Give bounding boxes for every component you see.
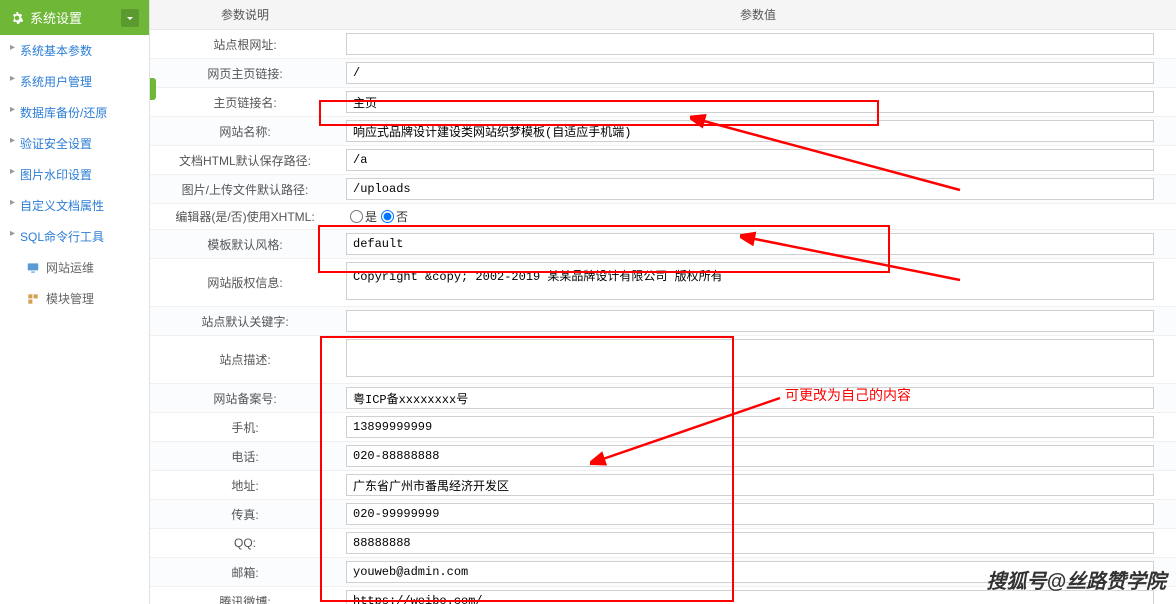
column-header-value: 参数值 bbox=[340, 0, 1176, 30]
param-label: 手机: bbox=[150, 413, 340, 442]
table-row: 地址: bbox=[150, 471, 1176, 500]
sidebar-item-1[interactable]: 系统用户管理 bbox=[0, 66, 149, 97]
param-input[interactable] bbox=[346, 178, 1154, 200]
param-value-cell: 是 否 bbox=[340, 204, 1176, 230]
param-input[interactable] bbox=[346, 62, 1154, 84]
radio-yes[interactable]: 是 bbox=[350, 208, 377, 225]
param-label: 模板默认风格: bbox=[150, 230, 340, 259]
settings-table: 参数说明 参数值 站点根网址:网页主页链接:主页链接名:网站名称:文档HTML默… bbox=[150, 0, 1176, 604]
table-row: 网站备案号: bbox=[150, 384, 1176, 413]
param-label: 文档HTML默认保存路径: bbox=[150, 146, 340, 175]
sidebar-item-3[interactable]: 验证安全设置 bbox=[0, 128, 149, 159]
param-label: QQ: bbox=[150, 529, 340, 558]
table-row: 传真: bbox=[150, 500, 1176, 529]
sidebar-item-0[interactable]: 系统基本参数 bbox=[0, 35, 149, 66]
param-input[interactable] bbox=[346, 233, 1154, 255]
param-label: 站点默认关键字: bbox=[150, 307, 340, 336]
gear-icon bbox=[10, 11, 24, 25]
table-row: 网站版权信息: bbox=[150, 259, 1176, 307]
param-label: 传真: bbox=[150, 500, 340, 529]
table-row: 文档HTML默认保存路径: bbox=[150, 146, 1176, 175]
param-label: 站点根网址: bbox=[150, 30, 340, 59]
param-value-cell bbox=[340, 117, 1176, 146]
monitor-icon bbox=[26, 261, 40, 275]
param-textarea[interactable] bbox=[346, 262, 1154, 300]
param-value-cell bbox=[340, 88, 1176, 117]
param-value-cell bbox=[340, 146, 1176, 175]
param-label: 网站版权信息: bbox=[150, 259, 340, 307]
sidebar-section-label: 模块管理 bbox=[46, 290, 94, 307]
param-input[interactable] bbox=[346, 387, 1154, 409]
active-tab-indicator bbox=[150, 78, 156, 100]
param-value-cell bbox=[340, 384, 1176, 413]
param-label: 地址: bbox=[150, 471, 340, 500]
param-value-cell bbox=[340, 413, 1176, 442]
table-row: 模板默认风格: bbox=[150, 230, 1176, 259]
radio-group: 是 否 bbox=[346, 208, 1170, 225]
param-value-cell bbox=[340, 471, 1176, 500]
table-row: 主页链接名: bbox=[150, 88, 1176, 117]
param-input[interactable] bbox=[346, 445, 1154, 467]
param-label: 电话: bbox=[150, 442, 340, 471]
sidebar-section-label: 网站运维 bbox=[46, 259, 94, 276]
param-input[interactable] bbox=[346, 91, 1154, 113]
table-row: 电话: bbox=[150, 442, 1176, 471]
param-label: 网页主页链接: bbox=[150, 59, 340, 88]
watermark: 搜狐号@丝路赞学院 bbox=[986, 565, 1166, 594]
param-input[interactable] bbox=[346, 310, 1154, 332]
radio-no[interactable]: 否 bbox=[381, 208, 408, 225]
param-input[interactable] bbox=[346, 33, 1154, 55]
table-row: 站点描述: bbox=[150, 336, 1176, 384]
param-value-cell bbox=[340, 30, 1176, 59]
table-row: 站点默认关键字: bbox=[150, 307, 1176, 336]
param-input[interactable] bbox=[346, 503, 1154, 525]
param-value-cell bbox=[340, 442, 1176, 471]
param-value-cell bbox=[340, 230, 1176, 259]
param-input[interactable] bbox=[346, 120, 1154, 142]
param-value-cell bbox=[340, 500, 1176, 529]
table-row: 站点根网址: bbox=[150, 30, 1176, 59]
table-row: 图片/上传文件默认路径: bbox=[150, 175, 1176, 204]
param-label: 站点描述: bbox=[150, 336, 340, 384]
column-header-param: 参数说明 bbox=[150, 0, 340, 30]
param-label: 编辑器(是/否)使用XHTML: bbox=[150, 204, 340, 230]
param-input[interactable] bbox=[346, 416, 1154, 438]
sidebar: 系统设置 系统基本参数系统用户管理数据库备份/还原验证安全设置图片水印设置自定义… bbox=[0, 0, 150, 604]
param-value-cell bbox=[340, 529, 1176, 558]
sidebar-item-2[interactable]: 数据库备份/还原 bbox=[0, 97, 149, 128]
param-label: 主页链接名: bbox=[150, 88, 340, 117]
table-row: QQ: bbox=[150, 529, 1176, 558]
sidebar-item-5[interactable]: 自定义文档属性 bbox=[0, 190, 149, 221]
param-input[interactable] bbox=[346, 149, 1154, 171]
param-value-cell bbox=[340, 336, 1176, 384]
annotation-editable-content: 可更改为自己的内容 bbox=[785, 385, 911, 405]
param-input[interactable] bbox=[346, 532, 1154, 554]
param-input[interactable] bbox=[346, 474, 1154, 496]
collapse-icon[interactable] bbox=[121, 9, 139, 27]
param-label: 网站名称: bbox=[150, 117, 340, 146]
sidebar-item-6[interactable]: SQL命令行工具 bbox=[0, 221, 149, 252]
table-row: 编辑器(是/否)使用XHTML: 是 否 bbox=[150, 204, 1176, 230]
module-icon bbox=[26, 292, 40, 306]
param-label: 邮箱: bbox=[150, 558, 340, 587]
param-label: 腾讯微博: bbox=[150, 587, 340, 604]
table-row: 网页主页链接: bbox=[150, 59, 1176, 88]
param-label: 网站备案号: bbox=[150, 384, 340, 413]
table-row: 手机: bbox=[150, 413, 1176, 442]
sidebar-item-4[interactable]: 图片水印设置 bbox=[0, 159, 149, 190]
sidebar-section-website-ops[interactable]: 网站运维 bbox=[0, 252, 149, 283]
param-value-cell bbox=[340, 59, 1176, 88]
param-label: 图片/上传文件默认路径: bbox=[150, 175, 340, 204]
sidebar-header-label: 系统设置 bbox=[30, 8, 82, 27]
table-row: 网站名称: bbox=[150, 117, 1176, 146]
sidebar-header-system-settings[interactable]: 系统设置 bbox=[0, 0, 149, 35]
sidebar-section-module-mgmt[interactable]: 模块管理 bbox=[0, 283, 149, 314]
param-value-cell bbox=[340, 307, 1176, 336]
param-textarea[interactable] bbox=[346, 339, 1154, 377]
param-value-cell bbox=[340, 259, 1176, 307]
param-value-cell bbox=[340, 175, 1176, 204]
main-content: 参数说明 参数值 站点根网址:网页主页链接:主页链接名:网站名称:文档HTML默… bbox=[150, 0, 1176, 604]
